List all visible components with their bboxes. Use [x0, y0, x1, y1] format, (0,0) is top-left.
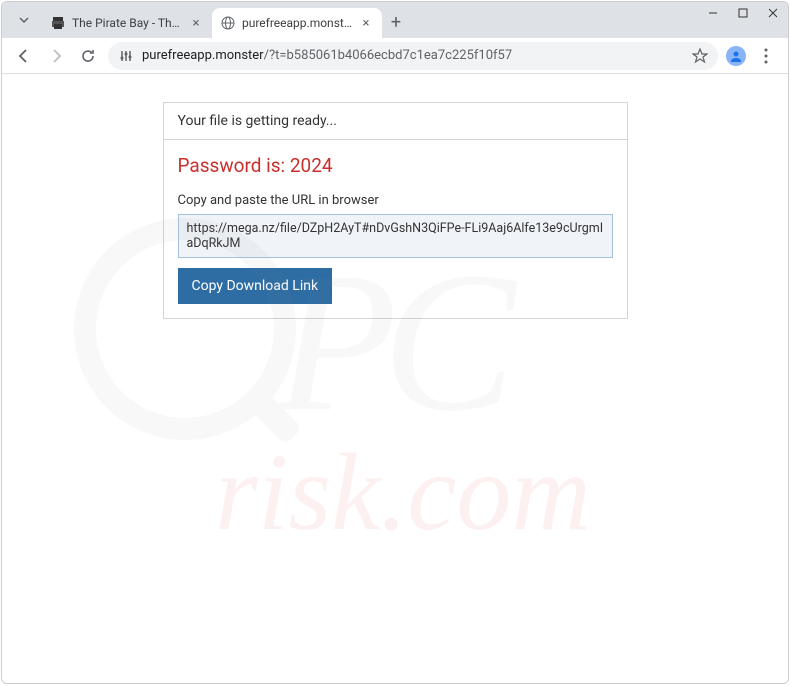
url-text: purefreeapp.monster/?t=b585061b4066ecbd7…	[142, 48, 684, 63]
tab-search-dropdown[interactable]	[10, 6, 38, 34]
globe-icon	[220, 15, 236, 31]
tab-strip: The Pirate Bay - The galaxy's mo × puref…	[2, 2, 788, 38]
download-card: Your file is getting ready... Password i…	[163, 102, 628, 319]
back-button[interactable]	[12, 44, 36, 68]
forward-button[interactable]	[44, 44, 68, 68]
profile-avatar[interactable]	[726, 46, 746, 66]
site-settings-icon[interactable]	[118, 48, 134, 64]
password-text: Password is: 2024	[178, 154, 613, 177]
close-icon[interactable]: ×	[358, 15, 374, 31]
tab-title: The Pirate Bay - The galaxy's mo	[72, 16, 182, 30]
tab-purefreeapp[interactable]: purefreeapp.monster/?t=b585 ×	[212, 8, 382, 38]
minimize-button[interactable]	[698, 2, 728, 24]
address-bar[interactable]: purefreeapp.monster/?t=b585061b4066ecbd7…	[108, 42, 718, 70]
tab-pirate-bay[interactable]: The Pirate Bay - The galaxy's mo ×	[42, 8, 212, 38]
toolbar: purefreeapp.monster/?t=b585061b4066ecbd7…	[2, 38, 788, 74]
tab-title: purefreeapp.monster/?t=b585	[242, 16, 352, 30]
new-tab-button[interactable]: +	[382, 8, 410, 36]
page-content: PC risk.com Your file is getting ready..…	[2, 74, 788, 683]
printer-icon	[50, 15, 66, 31]
close-icon[interactable]: ×	[188, 15, 204, 31]
copy-download-link-button[interactable]: Copy Download Link	[178, 268, 333, 304]
reload-button[interactable]	[76, 44, 100, 68]
card-header: Your file is getting ready...	[164, 103, 627, 140]
instruction-text: Copy and paste the URL in browser	[178, 193, 613, 208]
url-box[interactable]: https://mega.nz/file/DZpH2AyT#nDvGshN3Qi…	[178, 214, 613, 258]
menu-button[interactable]	[754, 44, 778, 68]
svg-text:risk.com: risk.com	[215, 431, 591, 553]
maximize-button[interactable]	[728, 2, 758, 24]
bookmark-star-icon[interactable]	[692, 48, 708, 64]
close-window-button[interactable]	[758, 2, 788, 24]
